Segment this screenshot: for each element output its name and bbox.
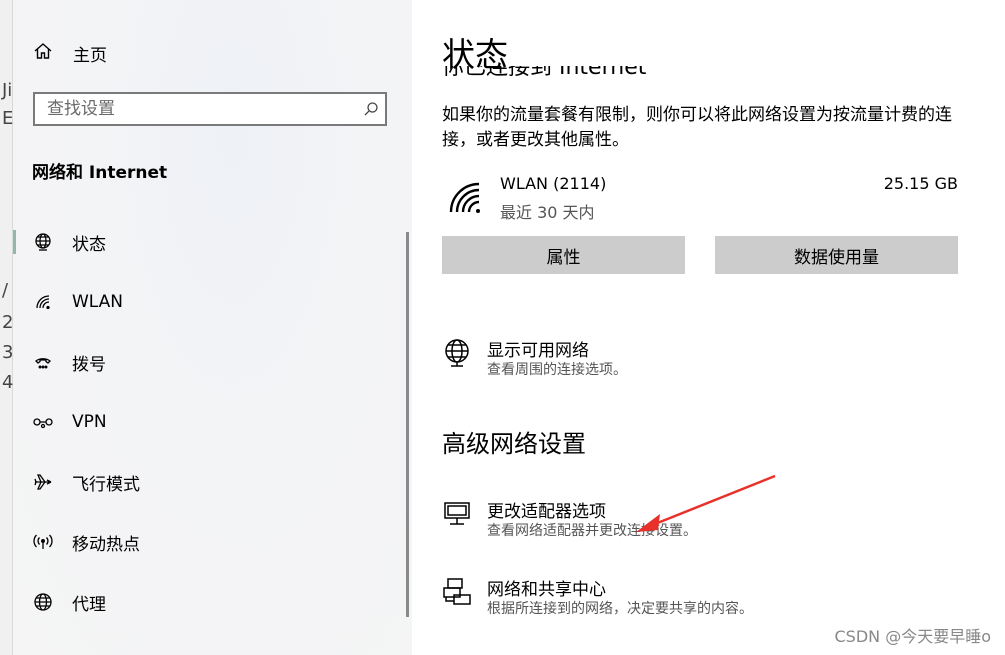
- link-subtitle: 查看周围的连接选项。: [487, 362, 627, 378]
- section-title: 网络和 Internet: [32, 163, 168, 183]
- change-adapter-options-link[interactable]: 更改适配器选项 查看网络适配器并更改连接设置。: [442, 497, 962, 543]
- search-input[interactable]: [35, 98, 357, 120]
- background-text-fragment: E: [2, 108, 14, 129]
- background-text-fragment: Ji: [2, 80, 13, 101]
- nav-home-label: 主页: [73, 45, 107, 66]
- show-available-networks-link[interactable]: 显示可用网络 查看周围的连接选项。: [442, 336, 962, 382]
- sidebar-item-label: VPN: [72, 412, 107, 432]
- sidebar-item-wlan[interactable]: WLAN: [13, 282, 393, 322]
- search-icon[interactable]: [357, 101, 385, 117]
- sharing-center-icon: [442, 577, 472, 607]
- adapter-monitor-icon: [442, 499, 472, 529]
- sidebar-item-label: 拨号: [72, 354, 106, 375]
- link-subtitle: 根据所连接到的网络，决定要共享的内容。: [487, 601, 753, 617]
- sidebar-item-label: 代理: [72, 594, 106, 615]
- globe-icon: [31, 592, 55, 612]
- sharing-center-link[interactable]: 网络和共享中心 根据所连接到的网络，决定要共享的内容。: [442, 575, 962, 621]
- connection-heading: 你已连接到 Internet: [442, 66, 842, 80]
- watermark: CSDN @今天要早睡o: [834, 627, 992, 646]
- link-title: 网络和共享中心: [487, 580, 606, 600]
- next-item-fragment: ▁▔▁▔▁: [487, 647, 687, 655]
- dialup-icon: [31, 352, 55, 372]
- sidebar-item-hotspot[interactable]: 移动热点: [13, 522, 393, 562]
- background-text-fragment: 3: [2, 342, 14, 363]
- properties-button[interactable]: 属性: [442, 236, 685, 274]
- link-subtitle: 查看网络适配器并更改连接设置。: [487, 523, 697, 539]
- airplane-icon: [31, 472, 55, 492]
- wifi-icon: [31, 292, 55, 312]
- background-window-strip: Ji E / 2 3 4: [0, 0, 13, 655]
- search-box[interactable]: [33, 92, 387, 126]
- hotspot-icon: [31, 532, 55, 552]
- wifi-signal-icon: [448, 180, 484, 220]
- sidebar-item-label: 移动热点: [72, 534, 140, 555]
- background-text-fragment: /: [2, 280, 9, 301]
- data-usage-button[interactable]: 数据使用量: [715, 236, 958, 274]
- data-usage-value: 25.15 GB: [883, 174, 958, 193]
- connection-heading-text: 你已连接到 Internet: [442, 66, 647, 80]
- sidebar-scrollbar[interactable]: [406, 232, 409, 617]
- sidebar-item-vpn[interactable]: VPN: [13, 402, 393, 442]
- background-text-fragment: 2: [2, 312, 14, 333]
- link-title: 更改适配器选项: [487, 502, 606, 522]
- sidebar-item-label: 飞行模式: [72, 474, 140, 495]
- next-item-clipped: ▁▔▁▔▁: [487, 647, 687, 655]
- sidebar-item-proxy[interactable]: 代理: [13, 582, 393, 622]
- sidebar-item-status[interactable]: 状态: [13, 222, 393, 262]
- sidebar-item-dialup[interactable]: 拨号: [13, 342, 393, 382]
- connection-name: WLAN (2114): [500, 174, 607, 193]
- sidebar-item-label: 状态: [72, 234, 106, 255]
- connection-row: WLAN (2114) 最近 30 天内 25.15 GB: [442, 172, 958, 224]
- sidebar-item-label: WLAN: [72, 292, 124, 312]
- sidebar: 主页 网络和 Internet 状态 WLAN: [13, 0, 412, 655]
- link-title: 显示可用网络: [487, 341, 589, 361]
- connection-description: 如果你的流量套餐有限制，则你可以将此网络设置为按流量计费的连接，或者更改其他属性…: [442, 105, 952, 150]
- vpn-icon: [31, 412, 55, 432]
- network-globe-icon: [442, 338, 472, 368]
- sidebar-item-airplane[interactable]: 飞行模式: [13, 462, 393, 502]
- globe-icon: [31, 232, 55, 252]
- home-icon: [33, 41, 53, 65]
- usage-period: 最近 30 天内: [500, 203, 595, 222]
- advanced-settings-heading: 高级网络设置: [442, 430, 586, 458]
- nav-home[interactable]: 主页: [33, 38, 107, 68]
- background-text-fragment: 4: [2, 372, 14, 393]
- main-content: 状态 你已连接到 Internet 如果你的流量套餐有限制，则你可以将此网络设置…: [412, 0, 1005, 655]
